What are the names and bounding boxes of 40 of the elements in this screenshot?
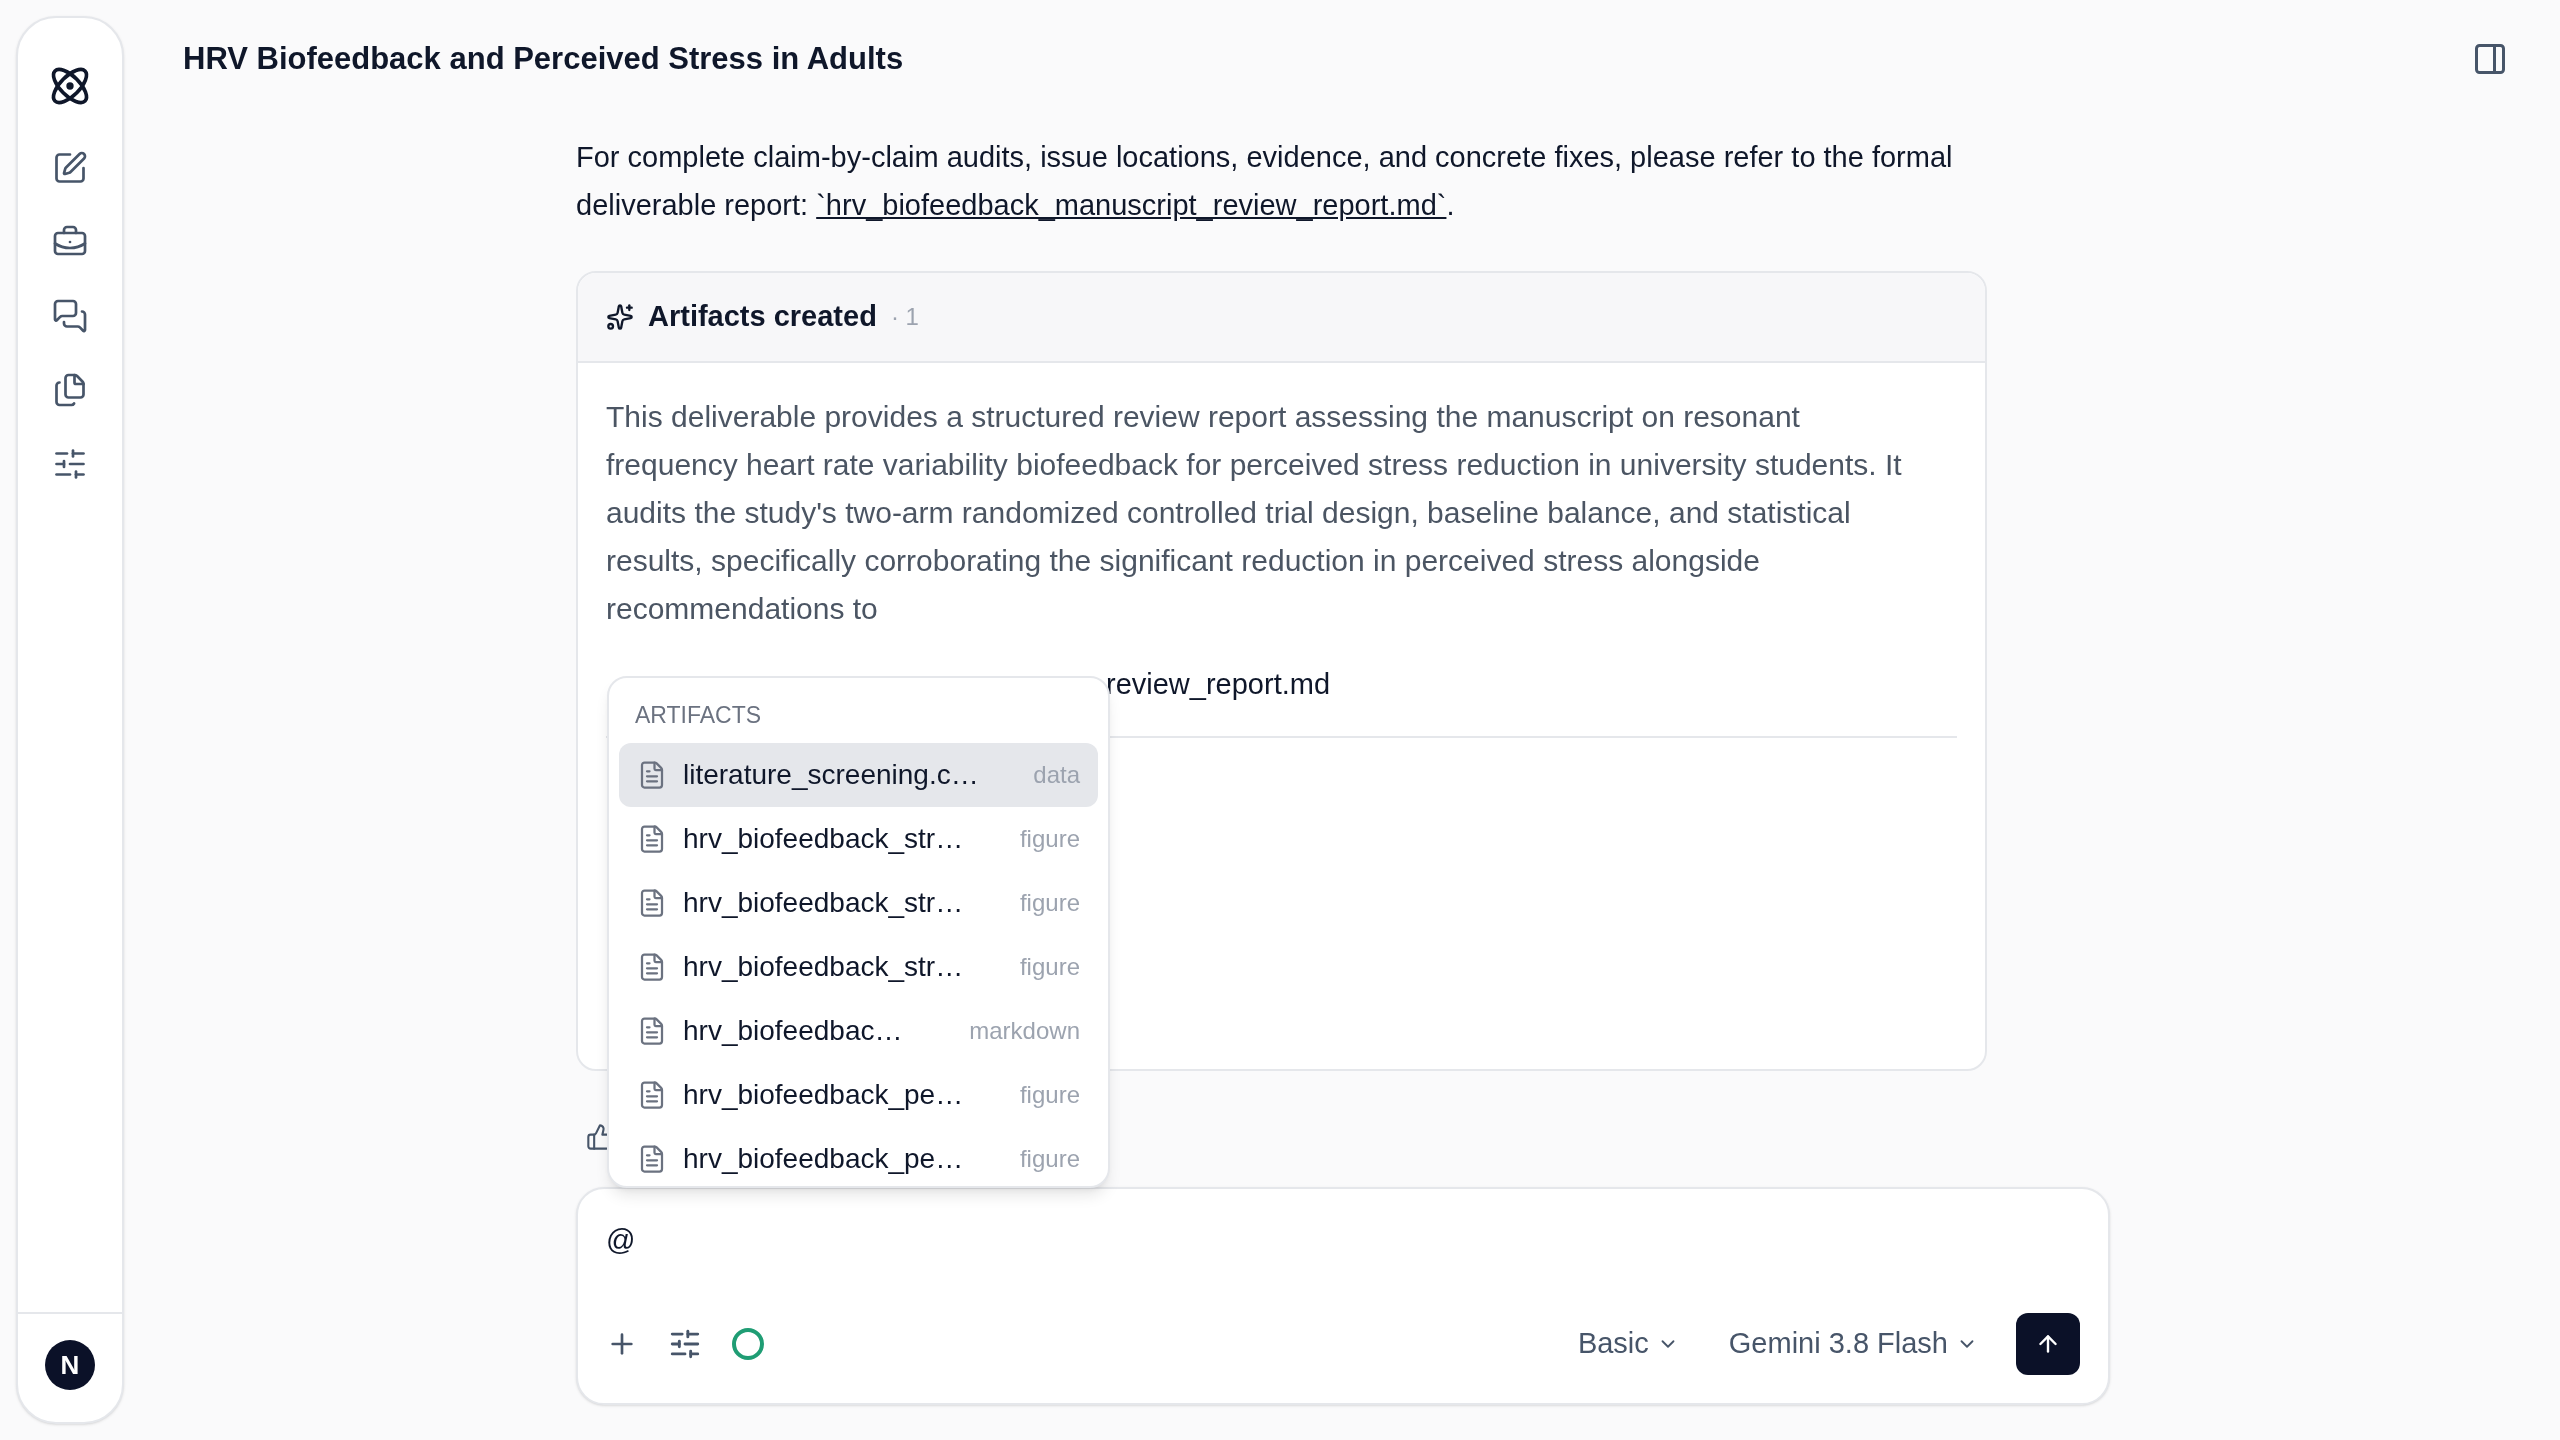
artifact-name: hrv_biofeedback_pe…: [683, 1077, 964, 1112]
send-button[interactable]: [2016, 1312, 2080, 1375]
menu-item[interactable]: hrv_biofeedback_str… figure: [619, 934, 1098, 999]
status-ring-icon: [732, 1327, 764, 1360]
artifact-name: hrv_biofeedback_pe…: [683, 1141, 964, 1176]
menu-item[interactable]: hrv_biofeedback_str… figure: [619, 870, 1098, 935]
message-paragraph: For complete claim-by-claim audits, issue locations, evidence, and concrete fixes, please refer to the formal deliverable report: `hrv_biofeedback_manuscript_review_report.md`.: [576, 139, 1954, 223]
artifact-name: hrv_biofeedback_str…: [683, 821, 964, 856]
menu-item[interactable]: hrv_biofeedbac… markdown: [619, 998, 1098, 1063]
artifact-type: figure: [1019, 1143, 1080, 1174]
artifact-type: figure: [1019, 887, 1080, 918]
artifact-description: This deliverable provides a structured review report assessing the manuscript on resonant frequency heart rate variability biofeedback for perceived stress reduction in university students. It audits the study's two-arm randomized controlled trial design, baseline balance, and statistical results, specifically corroborating the significant reduction in perceived stress alongside recommendations to: [605, 398, 1903, 627]
documents-icon[interactable]: [52, 372, 88, 408]
settings-icon[interactable]: [52, 446, 88, 482]
model-dropdown[interactable]: Gemini 3.8 Flash: [1728, 1321, 1978, 1366]
card-title: Artifacts created: [648, 298, 877, 334]
artifact-name: hrv_biofeedback_str…: [683, 885, 964, 920]
menu-heading: ARTIFACTS: [634, 701, 763, 730]
conversation-title: HRV Biofeedback and Perceived Stress in Adults: [183, 40, 904, 78]
message-input[interactable]: @: [606, 1218, 2080, 1262]
menu-item[interactable]: hrv_biofeedback_str… figure: [619, 806, 1098, 871]
artifact-name: hrv_biofeedbac…: [683, 1013, 903, 1048]
artifact-type: figure: [1019, 1079, 1080, 1110]
chat-bubbles-icon[interactable]: [52, 298, 88, 334]
artifact-type: markdown: [969, 1015, 1080, 1046]
artifact-name: literature_screening.c…: [683, 757, 979, 792]
new-chat-icon[interactable]: [52, 150, 88, 186]
artifact-type: figure: [1019, 823, 1080, 854]
artifact-name: hrv_biofeedback_str…: [683, 949, 964, 984]
menu-item[interactable]: literature_screening.c… data: [619, 742, 1098, 807]
file-name[interactable]: review_report.md: [1106, 662, 1331, 706]
artifact-type: data: [1033, 759, 1080, 790]
artifact-type: figure: [1019, 951, 1080, 982]
mode-dropdown[interactable]: Basic: [1577, 1321, 1679, 1366]
report-link[interactable]: `hrv_biofeedback_manuscript_review_report.md`: [816, 188, 1447, 221]
menu-item[interactable]: hrv_biofeedback_pe… figure: [619, 1062, 1098, 1127]
user-avatar[interactable]: N: [45, 1340, 95, 1390]
artifact-count: · 1: [890, 301, 919, 332]
menu-item[interactable]: hrv_biofeedback_pe… figure: [619, 1126, 1098, 1186]
sparkle-icon: [606, 302, 634, 331]
